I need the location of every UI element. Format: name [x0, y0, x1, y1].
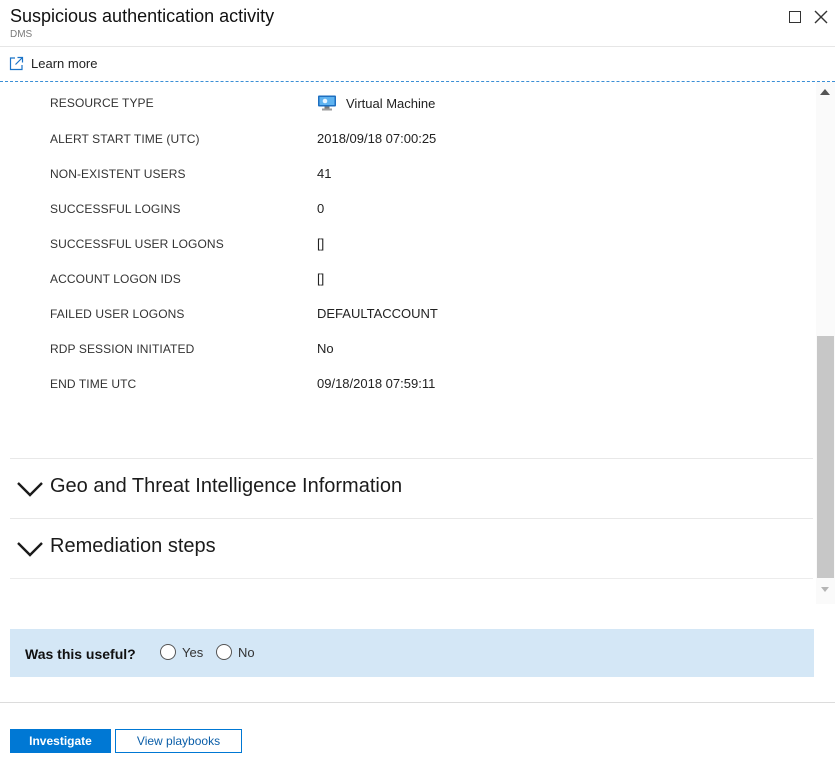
close-button[interactable]: [812, 8, 830, 26]
scrollbar-thumb[interactable]: [817, 336, 834, 578]
feedback-no-option[interactable]: No: [216, 644, 255, 660]
close-icon: [814, 10, 828, 24]
property-row-end-time-utc: END TIME UTC 09/18/2018 07:59:11: [0, 365, 812, 400]
property-row-resource-type: RESOURCE TYPE Virtual Machine: [0, 84, 812, 119]
maximize-button[interactable]: [786, 8, 804, 26]
page-subtitle: DMS: [10, 29, 33, 40]
scroll-down-arrow-icon[interactable]: [821, 587, 829, 592]
feedback-yes-option[interactable]: Yes: [160, 644, 203, 660]
learn-more-label: Learn more: [31, 56, 98, 71]
view-playbooks-button[interactable]: View playbooks: [115, 729, 242, 753]
chevron-down-icon: [17, 482, 43, 497]
scroll-up-arrow-icon[interactable]: [820, 89, 830, 95]
property-value: 0: [317, 201, 325, 216]
property-label: RESOURCE TYPE: [50, 96, 154, 110]
property-value: Virtual Machine: [317, 95, 435, 111]
property-label: FAILED USER LOGONS: [50, 307, 185, 321]
blade-header: Suspicious authentication activity DMS: [0, 0, 835, 47]
alert-details-panel: RESOURCE TYPE Virtual Machine ALERT STAR…: [0, 82, 835, 604]
section-geo-threat-intelligence[interactable]: Geo and Threat Intelligence Information: [10, 458, 813, 519]
chevron-down-icon: [17, 542, 43, 557]
property-row-successful-logins: SUCCESSFUL LOGINS 0: [0, 190, 812, 225]
property-value: []: [317, 236, 325, 251]
footer-divider: [0, 702, 835, 703]
property-row-account-logon-ids: ACCOUNT LOGON IDS []: [0, 260, 812, 295]
property-label: END TIME UTC: [50, 377, 137, 391]
vertical-scrollbar[interactable]: [816, 82, 835, 604]
property-label: SUCCESSFUL USER LOGONS: [50, 237, 224, 251]
property-value: No: [317, 341, 334, 356]
learn-more-link[interactable]: Learn more: [9, 56, 97, 71]
feedback-bar: Was this useful? Yes No: [10, 629, 814, 677]
external-link-icon: [9, 56, 24, 71]
section-title: Geo and Threat Intelligence Information: [50, 475, 403, 497]
property-label: ALERT START TIME (UTC): [50, 132, 200, 146]
property-label: SUCCESSFUL LOGINS: [50, 202, 181, 216]
yes-radio[interactable]: [160, 644, 176, 660]
property-row-successful-user-logons: SUCCESSFUL USER LOGONS []: [0, 225, 812, 260]
virtual-machine-icon: [318, 95, 336, 111]
section-remediation-steps[interactable]: Remediation steps: [10, 518, 813, 579]
property-value-text: Virtual Machine: [346, 95, 436, 111]
property-row-rdp-session-initiated: RDP SESSION INITIATED No: [0, 330, 812, 365]
no-radio[interactable]: [216, 644, 232, 660]
learn-more-bar: Learn more: [0, 47, 835, 82]
property-row-failed-user-logons: FAILED USER LOGONS DEFAULTACCOUNT: [0, 295, 812, 330]
property-row-non-existent-users: NON-EXISTENT USERS 41: [0, 155, 812, 190]
section-divider: [10, 578, 813, 579]
section-title: Remediation steps: [50, 535, 216, 557]
property-value: []: [317, 271, 325, 286]
property-label: NON-EXISTENT USERS: [50, 167, 186, 181]
no-label: No: [238, 644, 255, 660]
investigate-button[interactable]: Investigate: [10, 729, 111, 753]
property-value: 41: [317, 166, 332, 181]
feedback-question: Was this useful?: [25, 646, 136, 662]
property-label: ACCOUNT LOGON IDS: [50, 272, 181, 286]
property-row-alert-start-time: ALERT START TIME (UTC) 2018/09/18 07:00:…: [0, 120, 812, 155]
property-value: DEFAULTACCOUNT: [317, 306, 438, 321]
property-value: 09/18/2018 07:59:11: [317, 376, 436, 391]
yes-label: Yes: [182, 644, 204, 660]
property-value: 2018/09/18 07:00:25: [317, 131, 437, 146]
property-label: RDP SESSION INITIATED: [50, 342, 195, 356]
page-title: Suspicious authentication activity: [10, 6, 275, 26]
